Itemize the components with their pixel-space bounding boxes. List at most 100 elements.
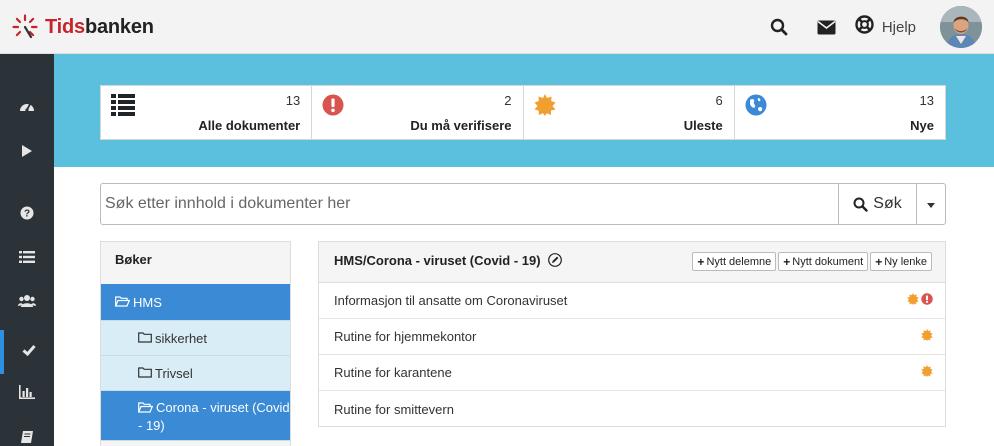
stat-count: 13 (285, 93, 301, 108)
book-item-label: HMS (133, 294, 162, 310)
folder-open-icon (137, 400, 154, 417)
help-link[interactable]: Hjelp (855, 15, 916, 39)
stat-all-documents[interactable]: 13 Alle dokumenter (101, 86, 313, 139)
globe-icon (745, 94, 769, 118)
users-icon (18, 294, 36, 313)
document-row[interactable]: Rutine for hjemmekontor (319, 319, 945, 355)
svg-text:?: ? (24, 208, 30, 219)
document-title: Rutine for hjemmekontor (334, 329, 477, 344)
folder-open-icon (114, 295, 131, 310)
search-options-dropdown[interactable] (917, 183, 946, 225)
list-icon (19, 250, 35, 268)
documents-panel: HMS/Corona - viruset (Covid - 19) + Nytt … (318, 241, 946, 427)
top-bar: Tidsbanken Hjelp (0, 0, 994, 54)
book-item-trivsel[interactable]: Trivsel (101, 356, 290, 391)
document-title: Rutine for karantene (334, 365, 452, 380)
book-item-label: Trivsel (155, 365, 193, 381)
folder-icon (138, 331, 152, 346)
search-input[interactable] (100, 183, 839, 225)
stat-label: Uleste (683, 118, 723, 133)
stat-label: Alle dokumenter (198, 118, 301, 133)
new-link-label: Ny lenke (884, 255, 927, 268)
new-document-button[interactable]: + Nytt dokument (778, 252, 869, 271)
stat-unread[interactable]: 6 Uleste (524, 86, 735, 139)
list-icon (111, 94, 135, 118)
search-bar: Søk (100, 183, 946, 225)
document-title: Rutine for smittevern (334, 401, 454, 417)
sidebar-item-books[interactable] (0, 421, 54, 446)
books-panel: Bøker HMS sikkerhet Trivsel Corona - vir… (100, 241, 291, 446)
stat-label: Nye (910, 118, 934, 133)
envelope-icon[interactable] (815, 15, 839, 39)
search-button[interactable]: Søk (839, 183, 917, 225)
unread-icon (907, 293, 919, 308)
play-icon (21, 144, 33, 163)
sidebar-item-reports[interactable] (0, 376, 54, 412)
document-row[interactable]: Informasjon til ansatte om Coronaviruset (319, 283, 945, 319)
plus-icon: + (875, 254, 883, 269)
new-subtopic-button[interactable]: + Nytt delemne (692, 252, 777, 271)
stat-must-verify[interactable]: 2 Du må verifisere (312, 86, 524, 139)
question-icon: ? (20, 206, 34, 225)
document-row[interactable]: Rutine for smittevern (319, 391, 945, 427)
user-avatar[interactable] (940, 6, 982, 48)
sidebar-item-play[interactable] (0, 135, 54, 171)
exclamation-icon (322, 94, 346, 118)
edit-icon[interactable] (548, 253, 563, 270)
new-link-button[interactable]: + Ny lenke (870, 252, 932, 271)
dashboard-icon (19, 99, 35, 118)
new-document-label: Nytt dokument (792, 255, 864, 268)
stat-count: 6 (715, 93, 723, 108)
brand-name: Tidsbanken (45, 16, 154, 39)
documents-title: HMS/Corona - viruset (Covid - 19) (334, 253, 563, 270)
stat-label: Du må verifisere (410, 118, 512, 133)
brand-name-part1: Tids (45, 15, 85, 38)
book-item-corona-text: Corona - viruset (Covid - 19) (115, 399, 290, 434)
sidebar-item-list[interactable] (0, 241, 54, 277)
search-icon[interactable] (767, 15, 791, 39)
stat-count: 13 (919, 93, 934, 108)
sidebar-item-verify[interactable] (0, 330, 54, 374)
new-subtopic-label: Nytt delemne (706, 255, 772, 268)
caret-down-icon (927, 195, 935, 213)
lifebuoy-icon (855, 15, 874, 39)
sidebar-item-help[interactable]: ? (0, 197, 54, 233)
sidebar: ? (0, 54, 54, 446)
plus-icon: + (783, 254, 791, 269)
document-flags (921, 329, 933, 344)
folder-icon (138, 366, 152, 381)
plus-icon: + (697, 254, 705, 269)
book-item-label: Corona - viruset (Covid - 19) (138, 400, 290, 433)
document-row[interactable]: Rutine for karantene (319, 355, 945, 391)
unread-icon (921, 329, 933, 344)
documents-title-text: HMS/Corona - viruset (Covid - 19) (334, 253, 541, 268)
stat-count: 2 (504, 93, 512, 108)
book-item-hms[interactable]: HMS (101, 284, 290, 321)
brand-name-part2: banken (84, 15, 154, 38)
book-icon (20, 430, 34, 446)
bar-chart-icon (19, 384, 35, 404)
search-button-label: Søk (873, 195, 902, 212)
brand-logo[interactable]: Tidsbanken (12, 14, 154, 40)
certificate-icon (534, 94, 558, 118)
book-item-sikkerhet[interactable]: sikkerhet (101, 321, 290, 356)
book-item-label: sikkerhet (155, 330, 208, 346)
document-flags (921, 365, 933, 380)
document-stats: 13 Alle dokumenter 2 Du må verifisere 6 … (100, 85, 946, 140)
document-flags (907, 293, 933, 308)
search-icon (853, 197, 868, 212)
sidebar-item-dashboard[interactable] (0, 90, 54, 126)
verify-required-icon (921, 293, 933, 308)
unread-icon (921, 365, 933, 380)
document-title: Informasjon til ansatte om Coronaviruset (334, 293, 568, 308)
sidebar-item-users[interactable] (0, 285, 54, 321)
documents-header: HMS/Corona - viruset (Covid - 19) + Nytt … (319, 242, 945, 283)
books-heading: Bøker (101, 242, 290, 284)
stat-new[interactable]: 13 Nye (735, 86, 945, 139)
documents-actions: + Nytt delemne + Nytt dokument + Ny lenke (692, 252, 932, 271)
book-item-corona[interactable]: Corona - viruset (Covid - 19) (101, 391, 290, 441)
check-icon (22, 343, 36, 361)
help-label: Hjelp (881, 18, 916, 36)
header-actions: Hjelp (767, 0, 994, 54)
clock-logo-icon (12, 14, 38, 40)
